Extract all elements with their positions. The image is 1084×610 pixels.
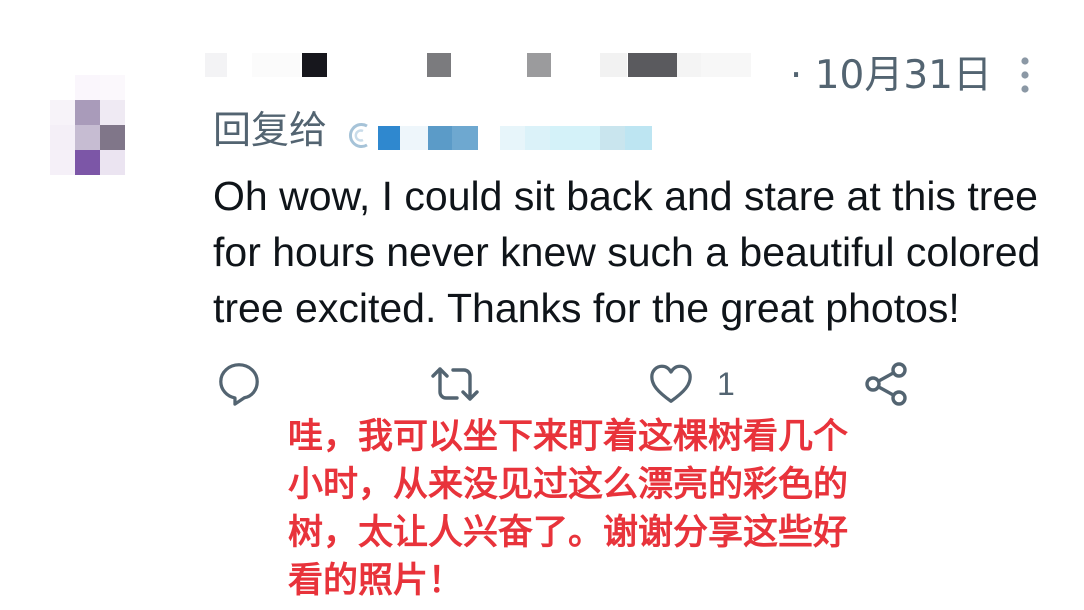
translation-caption: 哇，我可以坐下来盯着这棵树看几个 小时，从来没见过这么漂亮的彩色的 树，太让人兴… xyxy=(288,413,848,605)
avatar-pixel xyxy=(75,125,100,150)
avatar-pixel xyxy=(75,150,100,175)
handle-pixel xyxy=(525,126,550,150)
replying-to-label: 回复给 xyxy=(213,108,328,152)
handle-pixel xyxy=(378,126,400,150)
retweet-button[interactable] xyxy=(429,362,481,406)
at-sign-fragment xyxy=(349,123,368,148)
reply-button[interactable] xyxy=(216,360,262,406)
avatar-pixel xyxy=(100,100,125,125)
share-icon xyxy=(865,362,907,406)
heart-icon xyxy=(650,364,692,403)
tweet-text: Oh wow, I could sit back and stare at th… xyxy=(213,168,1040,336)
avatar-pixel xyxy=(100,150,125,175)
retweet-icon xyxy=(431,367,479,401)
name-pixel xyxy=(205,53,227,77)
translation-line: 小时，从来没见过这么漂亮的彩色的 xyxy=(288,465,849,505)
avatar-pixel xyxy=(50,125,75,150)
avatar-pixel xyxy=(75,75,100,100)
tweet-date: 10月31日 xyxy=(814,53,992,98)
like-count: 1 xyxy=(717,366,735,402)
avatar[interactable] xyxy=(50,75,130,180)
avatar-pixel xyxy=(75,100,100,125)
name-pixel xyxy=(701,53,751,77)
handle-pixel xyxy=(550,126,600,150)
date-separator: · xyxy=(789,53,803,98)
share-button[interactable] xyxy=(862,360,910,408)
handle-pixel xyxy=(400,126,428,150)
more-vertical-icon xyxy=(1021,57,1029,93)
like-button[interactable]: 1 xyxy=(648,361,740,407)
handle-pixel xyxy=(625,126,652,150)
name-pixel xyxy=(302,53,327,77)
handle-pixel xyxy=(428,126,452,150)
handle-pixel xyxy=(600,126,625,150)
handle-pixel xyxy=(452,126,478,150)
display-name-redacted[interactable] xyxy=(200,50,760,80)
translation-line: 看的照片！ xyxy=(288,561,464,601)
reply-icon xyxy=(219,363,259,406)
tweet-text-line: Oh wow, I could sit back and stare at th… xyxy=(213,173,1038,219)
name-pixel xyxy=(600,53,627,77)
tweet-text-line: for hours never knew such a beautiful co… xyxy=(213,229,1041,275)
translation-line: 树，太让人兴奋了。谢谢分享这些好 xyxy=(288,513,849,553)
name-pixel xyxy=(628,53,677,77)
tweet-text-line: tree excited. Thanks for the great photo… xyxy=(213,285,960,331)
name-pixel xyxy=(527,53,551,77)
reply-handle-redacted[interactable] xyxy=(343,116,655,154)
name-pixel xyxy=(427,53,451,77)
name-pixel xyxy=(677,53,701,77)
tweet-date-link[interactable]: · 10月31日 xyxy=(790,52,992,100)
avatar-pixel xyxy=(50,150,75,175)
more-options-button[interactable] xyxy=(1012,54,1038,96)
handle-pixel xyxy=(500,126,525,150)
name-pixel xyxy=(252,53,300,77)
avatar-pixel xyxy=(50,100,75,125)
avatar-pixel xyxy=(100,75,125,100)
avatar-pixel xyxy=(100,125,125,150)
translation-line: 哇，我可以坐下来盯着这棵树看几个 xyxy=(288,417,849,457)
